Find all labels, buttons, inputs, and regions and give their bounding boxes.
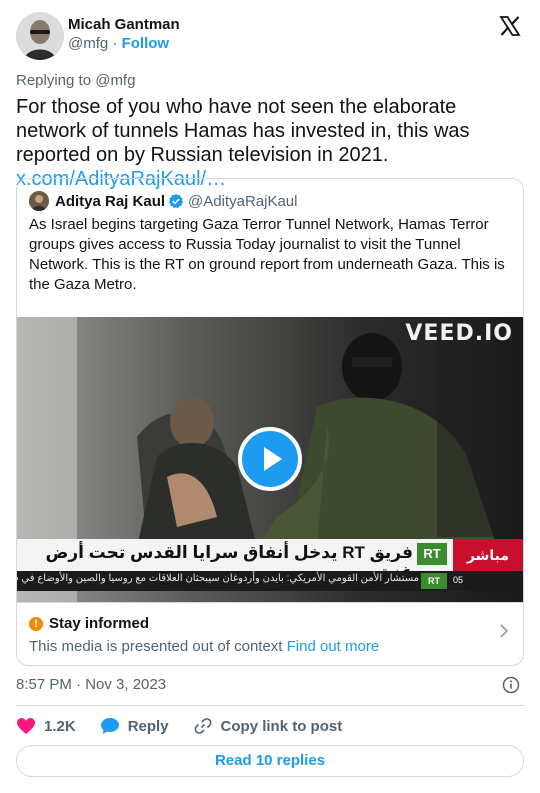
notice-title: Stay informed xyxy=(49,615,150,632)
ticker-time: 05 xyxy=(452,575,463,585)
news-ticker: مستشار الأمن القومي الأمريكي: بايدن وأرد… xyxy=(17,571,523,591)
news-banner: فريق RT يدخل أنفاق سرايا القدس تحت أرض غ… xyxy=(17,539,523,582)
live-label: مباشر xyxy=(453,539,523,571)
replying-to[interactable]: Replying to @mfg xyxy=(16,72,135,89)
quoted-tweet[interactable]: Aditya Raj Kaul @AdityaRajKaul As Israel… xyxy=(16,178,524,666)
verified-badge-icon xyxy=(168,193,184,209)
video-watermark: VEED.IO xyxy=(405,321,513,346)
play-button[interactable] xyxy=(238,427,302,491)
context-notice[interactable]: ! Stay informed This media is presented … xyxy=(17,602,523,665)
reply-button[interactable]: Reply xyxy=(100,717,169,735)
notice-body: This media is presented out of context F… xyxy=(29,638,379,655)
notice-title-row: ! Stay informed xyxy=(29,615,149,632)
like-count: 1.2K xyxy=(44,717,76,735)
rt-logo: RT xyxy=(417,543,447,565)
ticker-rt-logo: RT xyxy=(421,573,447,589)
x-logo-icon[interactable] xyxy=(498,14,522,38)
copy-link-button[interactable]: Copy link to post xyxy=(193,716,343,736)
info-icon[interactable] xyxy=(502,676,520,694)
author-handle[interactable]: @mfg xyxy=(68,35,108,52)
ticker-text: مستشار الأمن القومي الأمريكي: بايدن وأرد… xyxy=(17,573,419,584)
play-icon xyxy=(264,447,282,471)
copy-link-label: Copy link to post xyxy=(220,717,343,735)
action-bar: 1.2K Reply Copy link to post xyxy=(16,716,366,736)
notice-text: This media is presented out of context xyxy=(29,638,287,655)
video-player[interactable]: VEED.IO فريق RT يدخل أنفاق سرايا القدس ت… xyxy=(17,317,523,602)
quote-header: Aditya Raj Kaul @AdityaRajKaul xyxy=(29,191,297,211)
tweet-card: Micah Gantman @mfg · Follow Replying to … xyxy=(0,0,540,793)
tweet-timestamp[interactable]: 8:57 PM · Nov 3, 2023 xyxy=(16,676,166,693)
divider xyxy=(16,705,524,706)
quote-text: As Israel begins targeting Gaza Terror T… xyxy=(29,216,505,293)
author-meta: @mfg · Follow xyxy=(68,34,180,54)
author-info: Micah Gantman @mfg · Follow xyxy=(68,16,180,54)
meta-separator: · xyxy=(112,35,118,52)
quote-avatar xyxy=(29,191,49,211)
read-replies-button[interactable]: Read 10 replies xyxy=(16,745,524,777)
link-icon xyxy=(194,718,211,734)
tweet-body: For those of you who have not seen the e… xyxy=(16,96,470,166)
reply-label: Reply xyxy=(127,717,169,735)
tweet-text: For those of you who have not seen the e… xyxy=(16,95,528,191)
author-avatar[interactable] xyxy=(16,12,64,60)
like-button[interactable]: 1.2K xyxy=(16,717,76,735)
heart-icon xyxy=(17,718,35,734)
quote-author-name: Aditya Raj Kaul xyxy=(55,192,166,210)
quote-author-handle: @AdityaRajKaul xyxy=(188,192,298,210)
author-name[interactable]: Micah Gantman xyxy=(68,16,180,34)
find-out-more-link[interactable]: Find out more xyxy=(287,638,380,655)
alert-icon: ! xyxy=(29,616,43,631)
reply-bubble-icon xyxy=(100,718,119,734)
follow-button[interactable]: Follow xyxy=(122,35,170,52)
chevron-right-icon[interactable] xyxy=(499,623,509,639)
tweet-header: Micah Gantman @mfg · Follow xyxy=(16,12,524,60)
